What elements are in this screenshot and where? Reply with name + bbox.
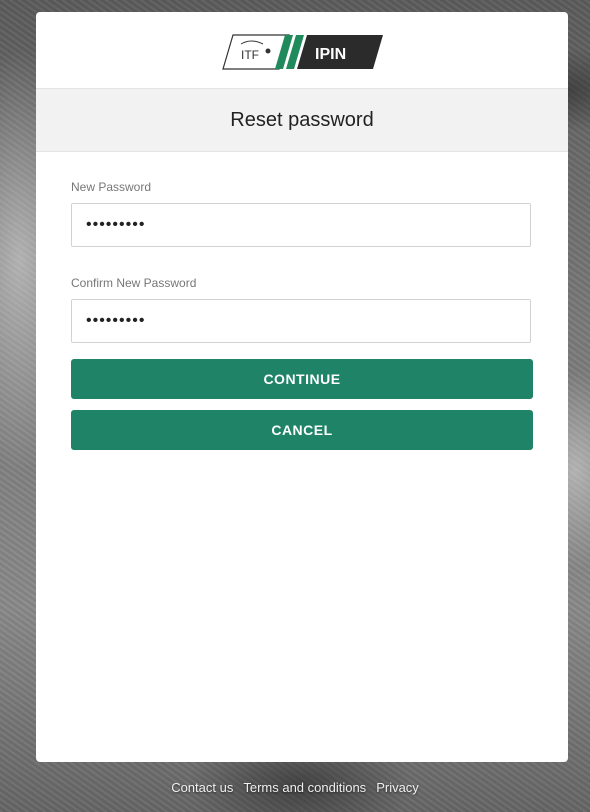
privacy-link[interactable]: Privacy [376, 780, 419, 795]
contact-us-link[interactable]: Contact us [171, 780, 233, 795]
reset-password-card: ITF IPIN Reset password New Password •••… [36, 12, 568, 762]
header: ITF IPIN [36, 12, 568, 88]
continue-button[interactable]: CONTINUE [71, 359, 533, 399]
page-title-bar: Reset password [36, 88, 568, 152]
new-password-input[interactable]: ••••••••• [71, 203, 531, 247]
confirm-password-input[interactable]: ••••••••• [71, 299, 531, 343]
itf-ipin-logo: ITF IPIN [222, 34, 383, 70]
reset-form: New Password ••••••••• Confirm New Passw… [36, 152, 568, 450]
terms-link[interactable]: Terms and conditions [243, 780, 366, 795]
page-title: Reset password [230, 108, 374, 131]
confirm-password-label: Confirm New Password [71, 276, 197, 290]
itf-text: ITF [241, 48, 259, 62]
new-password-label: New Password [71, 180, 152, 194]
cancel-button[interactable]: CANCEL [71, 410, 533, 450]
ipin-text: IPIN [315, 46, 346, 63]
footer-links: Contact us Terms and conditions Privacy [0, 780, 590, 795]
